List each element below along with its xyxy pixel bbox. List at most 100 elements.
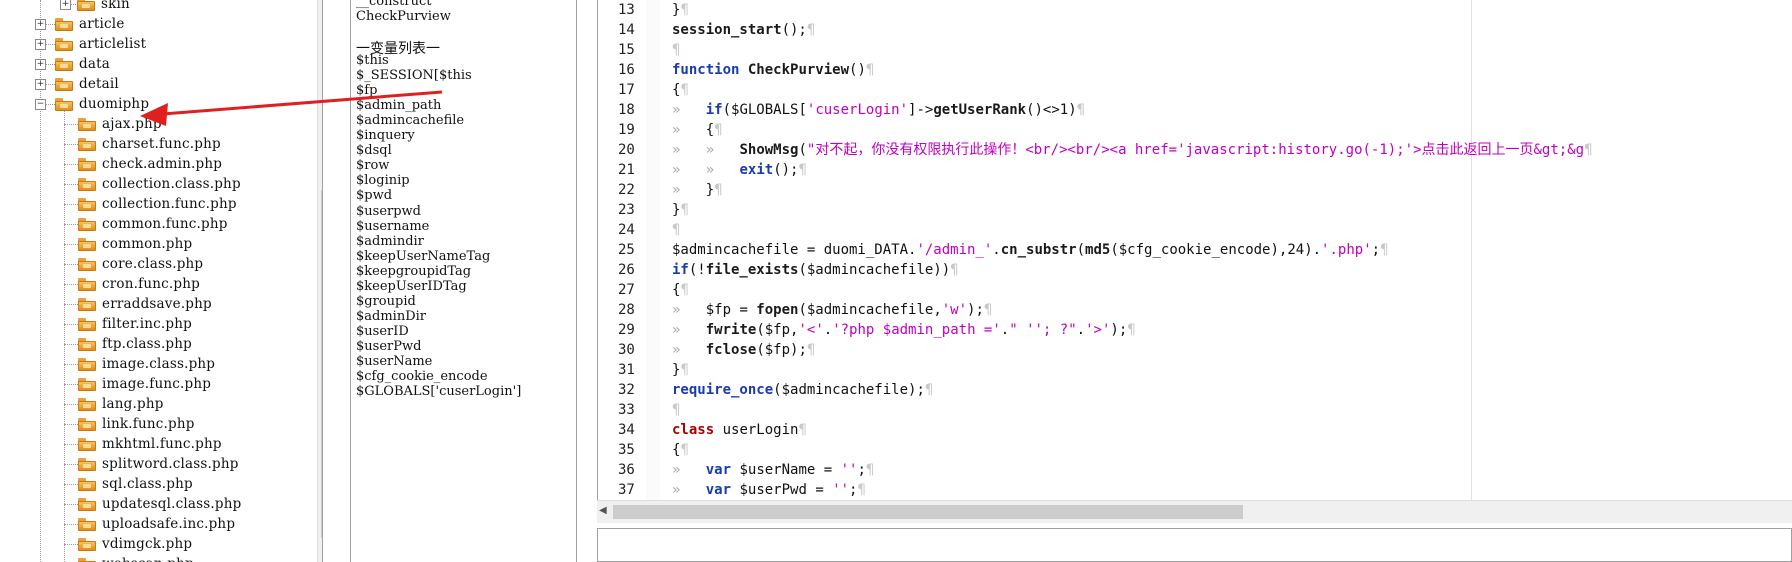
tree-file-node[interactable]: collection.class.php bbox=[0, 174, 322, 194]
folder-icon bbox=[55, 78, 73, 91]
tree-folder-node[interactable]: + articlelist bbox=[0, 34, 322, 54]
code-line: » $fp = fopen($admincachefile,'w');¶ bbox=[672, 302, 993, 318]
tree-connector bbox=[64, 324, 78, 325]
code-line: » fwrite($fp,'<'.'?php $admin_path ='." … bbox=[672, 322, 1136, 338]
variable-item[interactable]: $_SESSION[$this bbox=[356, 68, 472, 83]
line-number: 18 bbox=[618, 102, 635, 118]
tree-file-node[interactable]: common.func.php bbox=[0, 214, 322, 234]
variable-item[interactable]: $row bbox=[356, 158, 389, 173]
code-line: » var $userPwd = '';¶ bbox=[672, 482, 866, 498]
line-number: 37 bbox=[618, 482, 635, 498]
tree-file-node[interactable]: sql.class.php bbox=[0, 474, 322, 494]
variable-item[interactable]: $groupid bbox=[356, 294, 416, 309]
tree-file-node[interactable]: vdimgck.php bbox=[0, 534, 322, 554]
variable-item[interactable]: $dsql bbox=[356, 143, 392, 158]
code-line: » }¶ bbox=[672, 182, 723, 198]
variable-item[interactable]: $userID bbox=[356, 324, 409, 339]
tree-connector bbox=[64, 124, 78, 125]
outline-function-item[interactable]: CheckPurview bbox=[356, 9, 451, 24]
tree-file-node[interactable]: uploadsafe.inc.php bbox=[0, 514, 322, 534]
tree-connector bbox=[64, 204, 78, 205]
plus-box-icon[interactable]: + bbox=[35, 59, 46, 70]
variable-item[interactable]: $admindir bbox=[356, 234, 424, 249]
variable-item[interactable]: $userName bbox=[356, 354, 432, 369]
tree-connector bbox=[64, 304, 78, 305]
tree-connector bbox=[64, 144, 78, 145]
tree-folder-node[interactable]: + data bbox=[0, 54, 322, 74]
tree-file-node[interactable]: ajax.php bbox=[0, 114, 322, 134]
variable-item[interactable]: $keepUserIDTag bbox=[356, 279, 467, 294]
variable-item[interactable]: $adminDir bbox=[356, 309, 426, 324]
variable-item[interactable]: $loginip bbox=[356, 173, 410, 188]
tree-folder-node[interactable]: + skin bbox=[0, 0, 322, 14]
tree-node-label: image.class.php bbox=[102, 356, 216, 372]
plus-box-icon[interactable]: + bbox=[35, 39, 46, 50]
tree-node-label: collection.func.php bbox=[102, 196, 237, 212]
code-line: }¶ bbox=[672, 362, 689, 378]
tree-file-node[interactable]: mkhtml.func.php bbox=[0, 434, 322, 454]
variable-item[interactable]: $userpwd bbox=[356, 204, 421, 219]
variable-item[interactable]: $cfg_cookie_encode bbox=[356, 369, 488, 384]
code-editor[interactable]: 13 14 15 16 17 18 19 20 21 22 23 24 25 26 27 28 29 30 31 32… bbox=[597, 0, 1792, 500]
code-line: » » exit();¶ bbox=[672, 162, 807, 178]
variable-item[interactable]: $admincachefile bbox=[356, 113, 464, 128]
tree-file-node[interactable]: updatesql.class.php bbox=[0, 494, 322, 514]
tree-file-node[interactable]: splitword.class.php bbox=[0, 454, 322, 474]
tree-connector bbox=[64, 544, 78, 545]
variable-item[interactable]: $fp bbox=[356, 83, 377, 98]
variable-item[interactable]: $admin_path bbox=[356, 98, 441, 113]
tree-connector bbox=[64, 384, 78, 385]
tree-file-node[interactable]: common.php bbox=[0, 234, 322, 254]
tree-node-label: collection.class.php bbox=[102, 176, 241, 192]
tree-file-node[interactable]: filter.inc.php bbox=[0, 314, 322, 334]
tree-file-node[interactable]: cron.func.php bbox=[0, 274, 322, 294]
line-number-gutter: 13 14 15 16 17 18 19 20 21 22 23 24 25 26 27 28 29 30 31 32… bbox=[598, 0, 647, 500]
code-line: {¶ bbox=[672, 442, 689, 458]
tree-folder-node[interactable]: + detail bbox=[0, 74, 322, 94]
tree-file-node[interactable]: collection.func.php bbox=[0, 194, 322, 214]
line-number: 28 bbox=[618, 302, 635, 318]
scroll-left-arrow-icon[interactable]: ◀ bbox=[599, 505, 607, 516]
tree-file-node[interactable]: charset.func.php bbox=[0, 134, 322, 154]
line-number: 26 bbox=[618, 262, 635, 278]
minus-box-icon[interactable]: − bbox=[35, 99, 46, 110]
tree-file-node[interactable]: erraddsave.php bbox=[0, 294, 322, 314]
folder-icon bbox=[78, 218, 96, 231]
tree-scroll-thumb[interactable] bbox=[321, 190, 322, 538]
tree-file-node[interactable]: check.admin.php bbox=[0, 154, 322, 174]
tree-file-node[interactable]: webscan.php bbox=[0, 554, 322, 562]
variable-item[interactable]: $this bbox=[356, 53, 389, 68]
variable-item[interactable]: $userPwd bbox=[356, 339, 421, 354]
code-line: if(!file_exists($admincachefile))¶ bbox=[672, 262, 959, 278]
variable-item[interactable]: $keepUserNameTag bbox=[356, 249, 490, 264]
tree-folder-node[interactable]: + article bbox=[0, 14, 322, 34]
tree-file-node[interactable]: core.class.php bbox=[0, 254, 322, 274]
folder-icon bbox=[78, 198, 96, 211]
folder-icon bbox=[78, 278, 96, 291]
tree-node-label: data bbox=[79, 56, 110, 72]
tree-connector bbox=[64, 404, 78, 405]
variable-item[interactable]: $keepgroupidTag bbox=[356, 264, 471, 279]
tree-connector bbox=[64, 484, 78, 485]
tree-connector bbox=[64, 364, 78, 365]
tree-connector bbox=[46, 104, 55, 105]
variable-item[interactable]: $username bbox=[356, 219, 429, 234]
plus-box-icon[interactable]: + bbox=[35, 19, 46, 30]
variable-item[interactable]: $GLOBALS['cuserLogin'] bbox=[356, 384, 521, 399]
tree-node-label: common.func.php bbox=[102, 216, 228, 232]
editor-scroll-thumb[interactable] bbox=[613, 505, 1243, 519]
tree-file-node[interactable]: image.class.php bbox=[0, 354, 322, 374]
tree-file-node[interactable]: ftp.class.php bbox=[0, 334, 322, 354]
tree-folder-node[interactable]: − duomiphp bbox=[0, 94, 322, 114]
variable-item[interactable]: $pwd bbox=[356, 188, 392, 203]
plus-box-icon[interactable]: + bbox=[35, 79, 46, 90]
editor-horizontal-scrollbar[interactable]: ◀ bbox=[597, 500, 1792, 523]
tree-file-node[interactable]: link.func.php bbox=[0, 414, 322, 434]
plus-box-icon[interactable]: + bbox=[60, 0, 71, 10]
outline-function-item[interactable]: __construct bbox=[356, 0, 431, 9]
tree-file-node[interactable]: lang.php bbox=[0, 394, 322, 414]
tree-file-node[interactable]: image.func.php bbox=[0, 374, 322, 394]
variable-item[interactable]: $inquery bbox=[356, 128, 415, 143]
tree-vertical-scrollbar[interactable] bbox=[317, 0, 322, 562]
tree-node-label: mkhtml.func.php bbox=[102, 436, 222, 452]
